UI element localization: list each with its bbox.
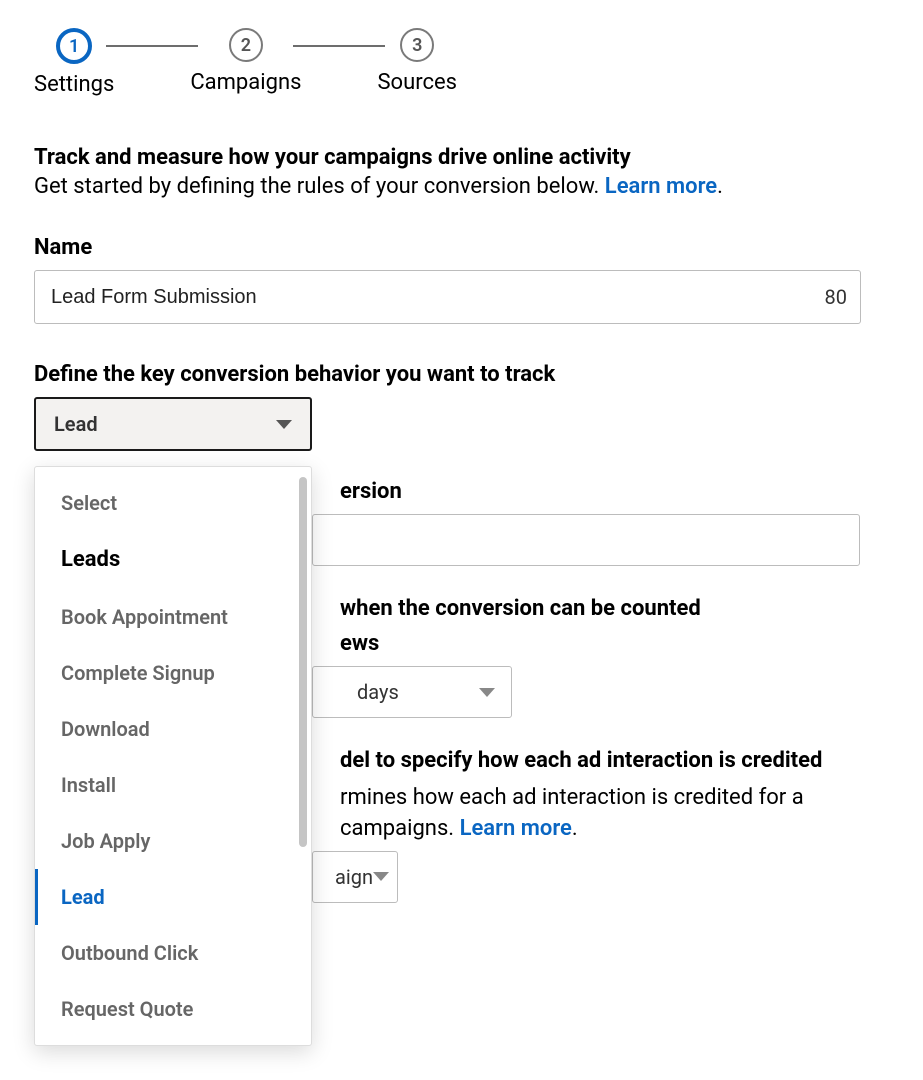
- timeframe-sub-partial: ews: [340, 631, 889, 656]
- dropdown-option[interactable]: Complete Signup: [35, 645, 311, 701]
- step-sources[interactable]: 3 Sources: [377, 28, 457, 95]
- attribution-learn-more-link[interactable]: Learn more: [460, 816, 572, 841]
- dropdown-option[interactable]: Download: [35, 701, 311, 757]
- step-connector: [293, 45, 385, 47]
- value-input-partial[interactable]: [312, 514, 860, 566]
- step-label: Campaigns: [190, 70, 301, 95]
- attribution-text-2a: campaigns.: [340, 816, 460, 841]
- step-connector: [106, 45, 198, 47]
- attribution-select-value: aign: [335, 865, 373, 889]
- name-input-wrap: 80: [34, 270, 861, 324]
- name-label: Name: [34, 235, 889, 260]
- step-settings[interactable]: 1 Settings: [34, 28, 114, 97]
- chevron-down-icon: [479, 688, 495, 697]
- subtitle-period: .: [717, 174, 723, 199]
- dropdown-option[interactable]: Book Appointment: [35, 589, 311, 645]
- step-number: 3: [400, 28, 434, 62]
- step-number: 1: [56, 28, 92, 64]
- chevron-down-icon: [276, 420, 292, 429]
- step-number: 2: [229, 28, 263, 62]
- attribution-select-partial[interactable]: aign: [312, 851, 398, 903]
- dropdown-option[interactable]: Leads: [35, 531, 311, 589]
- subtitle-text: Get started by defining the rules of you…: [34, 174, 605, 199]
- page-subtitle: Get started by defining the rules of you…: [34, 174, 889, 199]
- behavior-dropdown-menu: SelectLeadsBook AppointmentComplete Sign…: [34, 466, 312, 1046]
- progress-stepper: 1 Settings 2 Campaigns 3 Sources: [34, 28, 889, 97]
- attribution-title-partial: del to specify how each ad interaction i…: [340, 748, 889, 773]
- timeframe-select-value: days: [357, 680, 399, 704]
- attribution-period: .: [572, 816, 578, 841]
- scrollbar[interactable]: [299, 477, 307, 847]
- behavior-select-value: Lead: [54, 412, 98, 436]
- value-section-title-partial: ersion: [340, 479, 889, 504]
- page-title: Track and measure how your campaigns dri…: [34, 145, 889, 170]
- dropdown-option[interactable]: Select: [35, 475, 311, 531]
- step-label: Sources: [377, 70, 457, 95]
- attribution-text-line1: rmines how each ad interaction is credit…: [340, 783, 889, 814]
- behavior-label: Define the key conversion behavior you w…: [34, 362, 889, 387]
- learn-more-link[interactable]: Learn more: [605, 174, 717, 199]
- dropdown-option[interactable]: Request Quote: [35, 981, 311, 1037]
- attribution-text-line2: campaigns. Learn more.: [340, 814, 889, 845]
- timeframe-title-partial: when the conversion can be counted: [340, 596, 889, 621]
- behavior-select[interactable]: Lead: [34, 397, 312, 451]
- step-label: Settings: [34, 72, 114, 97]
- dropdown-option[interactable]: Lead: [35, 869, 311, 925]
- dropdown-option[interactable]: Install: [35, 757, 311, 813]
- step-campaigns[interactable]: 2 Campaigns: [190, 28, 301, 95]
- timeframe-select-partial[interactable]: days: [312, 666, 512, 718]
- name-input[interactable]: [34, 270, 861, 324]
- chevron-down-icon: [373, 872, 389, 881]
- dropdown-option[interactable]: Job Apply: [35, 813, 311, 869]
- dropdown-option[interactable]: Outbound Click: [35, 925, 311, 981]
- name-char-counter: 80: [825, 285, 847, 309]
